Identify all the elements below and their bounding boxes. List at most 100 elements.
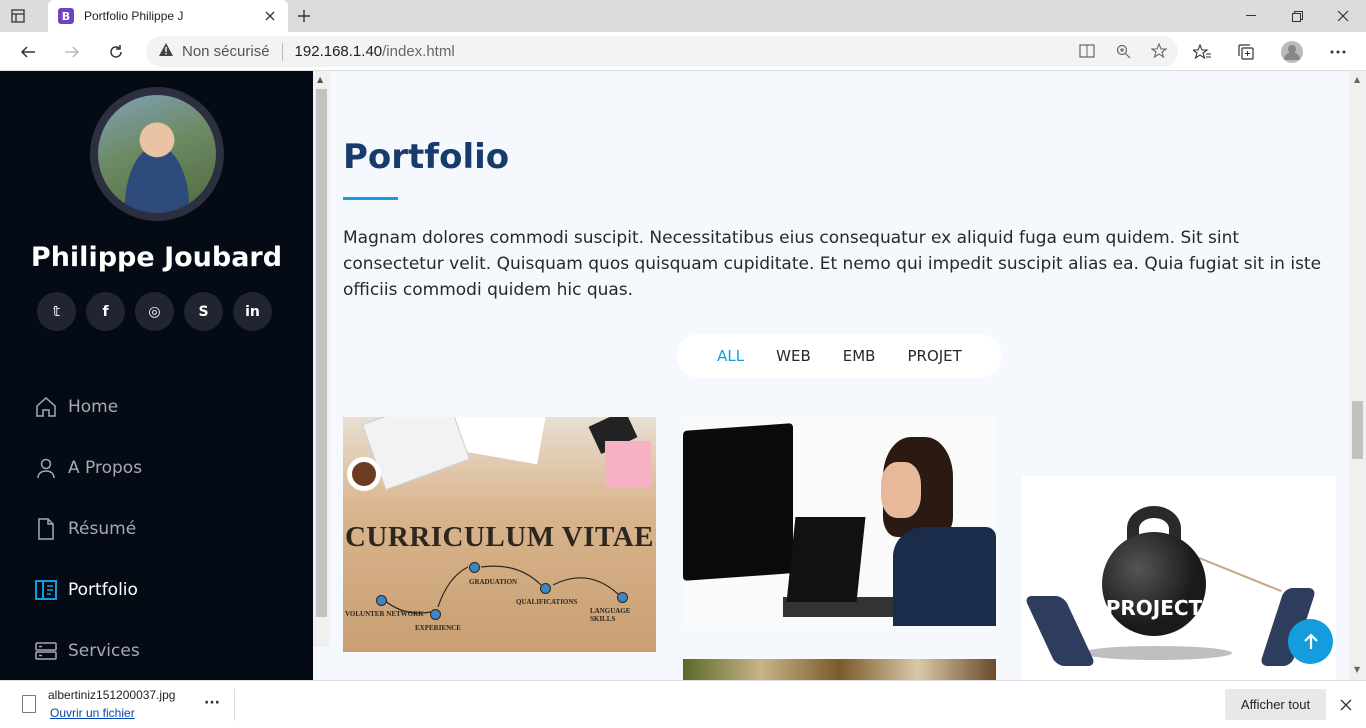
portfolio-section: Portfolio Magnam dolores commodi suscipi… xyxy=(330,71,1349,680)
cv-dot xyxy=(540,583,551,594)
show-all-button[interactable]: Afficher tout xyxy=(1225,689,1326,720)
close-window-button[interactable] xyxy=(1320,0,1366,32)
sidebar-item-label: Home xyxy=(68,396,119,417)
book-icon xyxy=(34,578,58,602)
body-image xyxy=(893,527,996,626)
close-icon[interactable] xyxy=(1336,695,1356,715)
shadow-image xyxy=(1082,646,1232,660)
face-image xyxy=(881,462,921,518)
scroll-up-icon[interactable]: ▲ xyxy=(1354,75,1360,84)
portfolio-item-cv[interactable]: CURRICULUM VITAE VOLUNTER NETWORK EXPERI… xyxy=(343,417,656,652)
sidebar-item-label: Portfolio xyxy=(68,579,138,600)
sidebar-item-resume[interactable]: Résumé xyxy=(34,498,142,559)
url-host: 192.168.1.40 xyxy=(294,43,383,60)
warning-icon xyxy=(158,42,174,61)
profile-icon[interactable] xyxy=(1280,40,1304,64)
cv-step-label: QUALIFICATIONS xyxy=(516,598,578,606)
address-divider xyxy=(281,42,283,61)
url-path: /index.html xyxy=(382,43,455,60)
sidebar-item-a-propos[interactable]: A Propos xyxy=(34,437,142,498)
refresh-icon[interactable] xyxy=(104,40,128,64)
home-icon xyxy=(34,395,58,419)
scroll-down-icon[interactable]: ▼ xyxy=(1354,665,1360,674)
project-label: PROJECT xyxy=(1105,596,1203,620)
new-tab-button[interactable] xyxy=(294,6,314,26)
tab-bar: B Portfolio Philippe J xyxy=(0,0,1366,32)
filter-web[interactable]: WEB xyxy=(760,347,827,365)
cv-step-label: LANGUAGE SKILLS xyxy=(590,607,631,623)
collections-icon[interactable] xyxy=(1234,40,1258,64)
profile-name: Philippe Joubard xyxy=(30,242,283,273)
bootstrap-favicon-icon: B xyxy=(58,8,74,24)
laptop-image xyxy=(786,517,866,602)
filter-emb[interactable]: EMB xyxy=(827,347,892,365)
add-favorite-icon[interactable] xyxy=(1150,42,1168,60)
cv-step-label: VOLUNTER NETWORK xyxy=(345,610,424,618)
page-scroll-thumb[interactable] xyxy=(1352,401,1363,459)
page-scrollbar[interactable]: ▲ ▼ xyxy=(1349,71,1366,680)
businessman-pushing-image xyxy=(1023,596,1097,666)
sidebar-item-label: A Propos xyxy=(68,457,143,478)
filter-projet[interactable]: PROJET xyxy=(891,347,977,365)
browser-tab[interactable]: B Portfolio Philippe J xyxy=(48,0,288,32)
scroll-up-icon[interactable]: ▲ xyxy=(317,75,323,84)
facebook-icon[interactable]: f xyxy=(86,292,125,331)
open-file-link[interactable]: Ouvrir un fichier xyxy=(50,706,135,720)
portfolio-item-partial[interactable] xyxy=(683,659,996,680)
instagram-icon[interactable]: ◎ xyxy=(135,292,174,331)
page-title: Portfolio xyxy=(343,137,510,177)
sidebar-item-label: Résumé xyxy=(68,518,137,539)
cv-dot xyxy=(617,592,628,603)
cv-step-label: GRADUATION xyxy=(469,578,518,586)
linkedin-icon[interactable]: in xyxy=(233,292,272,331)
avatar xyxy=(90,87,224,221)
cv-dot xyxy=(430,609,441,620)
more-icon[interactable] xyxy=(1326,40,1350,64)
title-underline xyxy=(343,197,398,200)
section-description: Magnam dolores commodi suscipit. Necessi… xyxy=(343,228,1322,300)
divider xyxy=(234,689,235,721)
sidebar-item-label: Services xyxy=(68,640,140,661)
portfolio-filters: ALL WEB EMB PROJET xyxy=(677,334,1002,378)
sidebar-scrollbar[interactable]: ▲ xyxy=(313,71,330,647)
server-icon xyxy=(34,639,58,663)
favorites-icon[interactable] xyxy=(1190,40,1214,64)
kettlebell-image xyxy=(1102,532,1206,636)
twitter-icon[interactable]: 𝕥 xyxy=(37,292,76,331)
sidebar-scroll-thumb[interactable] xyxy=(316,89,327,617)
social-links: 𝕥 f ◎ S in xyxy=(37,292,272,331)
cv-title: CURRICULUM VITAE xyxy=(344,521,655,553)
back-icon[interactable] xyxy=(16,40,40,64)
security-label[interactable]: Non sécurisé xyxy=(182,43,270,60)
portfolio-item-call-center[interactable] xyxy=(683,417,996,626)
download-filename: albertiniz151200037.jpg xyxy=(48,688,176,702)
close-tab-icon[interactable] xyxy=(262,8,278,24)
download-bar: albertiniz151200037.jpg Ouvrir un fichie… xyxy=(0,680,1366,728)
address-bar[interactable]: Non sécurisé 192.168.1.40 /index.html xyxy=(146,36,1178,67)
sidebar-nav: Home A Propos Résumé Portfolio Services xyxy=(34,376,142,681)
sticky-note-image xyxy=(605,441,651,487)
cv-arrows xyxy=(382,565,619,614)
browser-toolbar: Non sécurisé 192.168.1.40 /index.html xyxy=(0,32,1366,71)
tab-title: Portfolio Philippe J xyxy=(84,9,184,23)
minimize-button[interactable] xyxy=(1228,0,1274,32)
restore-button[interactable] xyxy=(1274,0,1320,32)
back-to-top-button[interactable] xyxy=(1288,619,1333,664)
forward-icon[interactable] xyxy=(60,40,84,64)
filter-all[interactable]: ALL xyxy=(701,347,760,365)
file-icon xyxy=(34,517,58,541)
tab-actions-icon[interactable] xyxy=(8,6,28,26)
cv-dot xyxy=(469,562,480,573)
sidebar-item-services[interactable]: Services xyxy=(34,620,142,681)
person-icon xyxy=(34,456,58,480)
sidebar-item-home[interactable]: Home xyxy=(34,376,142,437)
zoom-icon[interactable] xyxy=(1114,42,1132,60)
skype-icon[interactable]: S xyxy=(184,292,223,331)
cv-dot xyxy=(376,595,387,606)
sidebar: Philippe Joubard 𝕥 f ◎ S in Home A Propo… xyxy=(0,71,313,680)
sidebar-item-portfolio[interactable]: Portfolio xyxy=(34,559,142,620)
file-icon xyxy=(22,695,36,713)
arrow-up-icon xyxy=(1303,632,1318,649)
more-options-icon[interactable]: ··· xyxy=(200,695,224,715)
reader-mode-icon[interactable] xyxy=(1078,42,1096,60)
